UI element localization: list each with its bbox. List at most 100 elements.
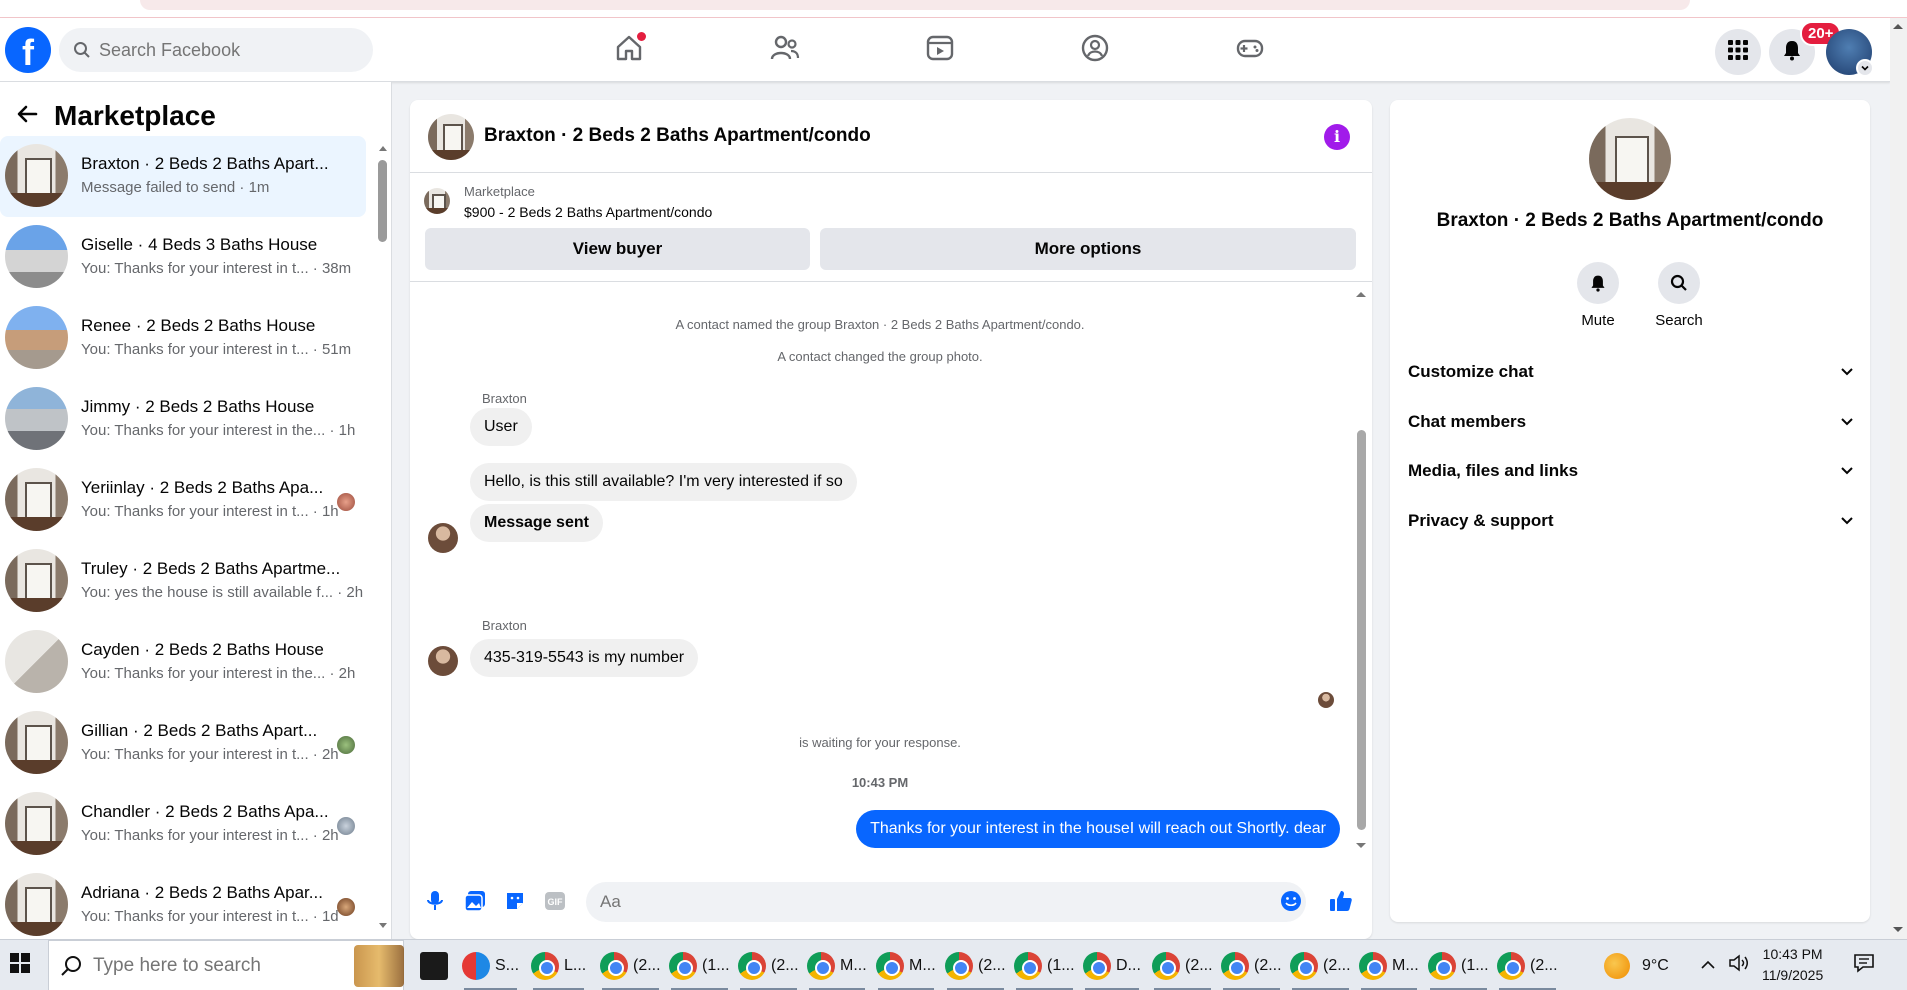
outgoing-message-bubble[interactable]: Thanks for your interest in the houseI w…: [856, 810, 1340, 848]
bell-icon: [1577, 262, 1619, 304]
sticker-button[interactable]: [502, 890, 528, 916]
top-navigation-bar: f Search Facebook 20+: [0, 18, 1890, 82]
taskbar-app-button[interactable]: M...: [1359, 944, 1419, 990]
taskbar-app-button[interactable]: L...: [531, 944, 586, 990]
taskbar-clock[interactable]: 10:43 PM 11/9/2025: [1762, 944, 1823, 986]
view-buyer-button[interactable]: View buyer: [425, 228, 810, 270]
conversation-info-panel: Braxton · 2 Beds 2 Baths Apartment/condo…: [1390, 100, 1870, 922]
thumbs-up-icon: [1329, 889, 1353, 918]
search-input[interactable]: [99, 28, 359, 72]
taskbar-app-button[interactable]: (2...: [1497, 944, 1558, 990]
taskbar-app-button[interactable]: M...: [807, 944, 867, 990]
chat-title[interactable]: Braxton · 2 Beds 2 Baths Apartment/condo: [484, 125, 871, 147]
back-button[interactable]: [12, 101, 42, 131]
volume-icon[interactable]: [1728, 954, 1750, 977]
conversation-name: Gillian · 2 Beds 2 Baths Apart...: [81, 721, 318, 740]
new-activity-dot: [637, 32, 646, 41]
media-files-links-section[interactable]: Media, files and links: [1408, 451, 1854, 491]
taskbar-app-label: (2...: [1530, 956, 1558, 974]
conversation-name: Cayden · 2 Beds 2 Baths House: [81, 640, 324, 659]
chrome-icon: [1290, 951, 1318, 980]
nav-video[interactable]: [920, 30, 960, 70]
conversation-item[interactable]: Gillian · 2 Beds 2 Baths Apart... You: T…: [0, 703, 366, 784]
system-tray: [1700, 940, 1750, 990]
mute-button[interactable]: Mute: [1568, 262, 1628, 329]
taskbar-app-button[interactable]: (2...: [945, 944, 1006, 990]
sender-avatar[interactable]: [428, 523, 458, 553]
conversation-item[interactable]: Truley · 2 Beds 2 Baths Apartme... You: …: [0, 541, 366, 622]
conversation-item[interactable]: Adriana · 2 Beds 2 Baths Apar... You: Th…: [0, 865, 366, 939]
sender-avatar[interactable]: [428, 646, 458, 676]
message-bubble[interactable]: User: [470, 408, 532, 446]
voice-clip-button[interactable]: [422, 890, 448, 916]
facebook-logo[interactable]: f: [5, 27, 51, 73]
conversation-item[interactable]: Giselle · 4 Beds 3 Baths House You: Than…: [0, 217, 366, 298]
start-button[interactable]: [0, 940, 40, 990]
like-button[interactable]: [1328, 890, 1354, 916]
info-icon[interactable]: i: [1324, 124, 1350, 150]
message-bubble[interactable]: Hello, is this still available? I'm very…: [470, 463, 857, 501]
listing-title[interactable]: $900 - 2 Beds 2 Baths Apartment/condo: [464, 204, 712, 220]
message-bubble[interactable]: Message sent: [470, 504, 603, 542]
conversation-item[interactable]: Braxton · 2 Beds 2 Baths Apart... Messag…: [0, 136, 366, 217]
listing-thumbnail: [5, 549, 68, 612]
conversation-item[interactable]: Cayden · 2 Beds 2 Baths House You: Thank…: [0, 622, 366, 703]
chrome-icon: [1428, 951, 1456, 980]
chrome-icon: [1083, 951, 1111, 980]
nav-home[interactable]: [609, 30, 649, 70]
app-icon: [462, 951, 490, 980]
taskbar-app-button[interactable]: (2...: [1152, 944, 1213, 990]
privacy-support-section[interactable]: Privacy & support: [1408, 501, 1854, 541]
taskbar-app-button[interactable]: (2...: [1221, 944, 1282, 990]
page-scrollbar[interactable]: [1890, 18, 1907, 939]
nav-friends[interactable]: [765, 30, 805, 70]
scrollbar-thumb[interactable]: [378, 160, 387, 242]
more-options-button[interactable]: More options: [820, 228, 1356, 270]
taskbar-app-button[interactable]: (1...: [1428, 944, 1489, 990]
taskbar-app-button[interactable]: D...: [1083, 944, 1141, 990]
conversation-photo[interactable]: [1589, 118, 1671, 200]
conversation-item[interactable]: Yeriinlay · 2 Beds 2 Baths Apa... You: T…: [0, 460, 366, 541]
search-box[interactable]: [59, 28, 373, 72]
listing-thumbnail: [5, 144, 68, 207]
message-bubble[interactable]: 435-319-5543 is my number: [470, 639, 699, 677]
weather-widget[interactable]: 9°C: [1604, 940, 1669, 990]
notification-center-button[interactable]: [1853, 940, 1875, 990]
taskbar-search[interactable]: [48, 940, 404, 990]
scrollbar-thumb[interactable]: [1357, 430, 1366, 830]
search-in-conversation-button[interactable]: Search: [1649, 262, 1709, 329]
taskbar-search-input[interactable]: [93, 941, 333, 990]
nav-groups[interactable]: [1075, 30, 1115, 70]
photo-icon: [464, 890, 486, 917]
sidebar-scrollbar[interactable]: [378, 142, 388, 932]
chevron-up-icon[interactable]: [1700, 957, 1716, 975]
taskbar-app-button[interactable]: (2...: [600, 944, 661, 990]
conversation-preview: You: Thanks for your interest in t... · …: [81, 908, 339, 925]
menu-button[interactable]: [1715, 29, 1761, 75]
profile-avatar[interactable]: [1826, 29, 1874, 77]
taskbar-app-button[interactable]: (2...: [1290, 944, 1351, 990]
chrome-icon: [807, 951, 835, 980]
taskbar-app-button[interactable]: (1...: [1014, 944, 1075, 990]
chat-members-section[interactable]: Chat members: [1408, 402, 1854, 442]
listing-thumbnail: [5, 630, 68, 693]
attach-media-button[interactable]: [462, 890, 488, 916]
taskbar-app-button[interactable]: (2...: [738, 944, 799, 990]
chat-scrollbar[interactable]: [1355, 290, 1367, 850]
customize-chat-section[interactable]: Customize chat: [1408, 352, 1854, 392]
taskbar-app-sticky-notes[interactable]: [420, 944, 453, 987]
taskbar-app-button[interactable]: S...: [462, 944, 519, 990]
nav-gaming[interactable]: [1230, 30, 1270, 70]
emoji-button[interactable]: [1278, 890, 1304, 916]
message-input[interactable]: [586, 882, 1306, 922]
temperature: 9°C: [1642, 956, 1669, 974]
listing-thumbnail: [5, 225, 68, 288]
gif-button[interactable]: GIF: [542, 890, 568, 916]
conversation-item[interactable]: Renee · 2 Beds 2 Baths House You: Thanks…: [0, 298, 366, 379]
conversation-item[interactable]: Chandler · 2 Beds 2 Baths Apa... You: Th…: [0, 784, 366, 865]
taskbar-app-button[interactable]: M...: [876, 944, 936, 990]
chrome-icon: [876, 951, 904, 980]
conversation-item[interactable]: Jimmy · 2 Beds 2 Baths House You: Thanks…: [0, 379, 366, 460]
taskbar-app-button[interactable]: (1...: [669, 944, 730, 990]
chat-thumbnail[interactable]: [428, 114, 474, 160]
